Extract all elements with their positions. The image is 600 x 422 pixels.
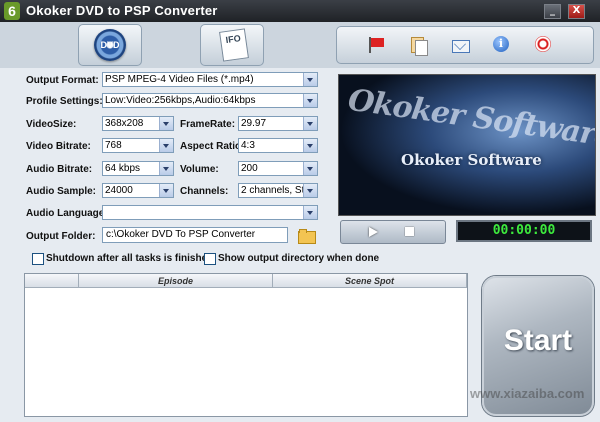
dvd-disc-icon: DVD [94,29,126,61]
audio-language-select[interactable] [102,205,318,220]
chevron-down-icon[interactable] [159,139,173,152]
ifo-file-icon: IFO [219,28,249,62]
start-label: Start [503,324,573,357]
chevron-down-icon[interactable] [303,162,317,175]
chevron-down-icon[interactable] [303,117,317,130]
title-bar: 6 Okoker DVD to PSP Converter _ X [0,0,600,22]
chevron-down-icon[interactable] [303,184,317,197]
app-logo-icon: 6 [4,2,20,20]
video-bitrate-label: Video Bitrate: [26,141,91,152]
buy-document-icon[interactable] [409,36,428,56]
show-dir-checkbox[interactable] [204,253,216,265]
register-flag-icon[interactable] [367,36,385,54]
profile-settings-value: Low:Video:256kbps,Audio:64kbps [105,95,256,106]
output-format-label: Output Format: [26,75,99,86]
dvd-source-button[interactable]: DVD [78,24,142,66]
video-bitrate-select[interactable]: 768 [102,138,174,153]
audio-bitrate-label: Audio Bitrate: [26,164,93,175]
chevron-down-icon[interactable] [159,117,173,130]
volume-select[interactable]: 200 [238,161,318,176]
ifo-source-button[interactable]: IFO [200,24,264,66]
dvd-label: DVD [100,40,120,50]
action-icon-bar [336,26,594,64]
column-header-scene-spot[interactable]: Scene Spot [273,274,467,288]
chevron-down-icon[interactable] [159,162,173,175]
audio-language-label: Audio Language: [26,208,108,219]
output-folder-input[interactable]: c:\Okoker DVD To PSP Converter [102,227,288,243]
close-button[interactable]: X [568,4,585,19]
output-format-select[interactable]: PSP MPEG-4 Video Files (*.mp4) [102,72,318,87]
aspect-ratio-select[interactable]: 4:3 [238,138,318,153]
channels-label: Channels: [180,186,229,197]
show-dir-label: Show output directory when done [218,253,380,264]
help-lifebuoy-icon[interactable] [535,36,551,52]
frame-rate-label: FrameRate: [180,119,236,130]
audio-bitrate-select[interactable]: 64 kbps [102,161,174,176]
frame-rate-select[interactable]: 29.97 [238,116,318,131]
window-title: Okoker DVD to PSP Converter [26,3,218,18]
audio-sample-select[interactable]: 24000 [102,183,174,198]
preview-logo-text: Okoker Software [401,151,542,169]
output-folder-label: Output Folder: [26,231,96,242]
video-preview: Okoker Software Okoker Software [338,74,596,216]
app-window: 6 Okoker DVD to PSP Converter _ X DVD IF… [0,0,600,422]
channels-select[interactable]: 2 channels, St [238,183,318,198]
chevron-down-icon[interactable] [303,94,317,107]
browse-folder-icon[interactable] [298,228,316,244]
video-size-select[interactable]: 368x208 [102,116,174,131]
playback-timer: 00:00:00 [456,220,592,242]
stop-icon[interactable] [405,227,414,236]
profile-settings-label: Profile Settings: [26,96,103,107]
chevron-down-icon[interactable] [303,206,317,219]
audio-sample-label: Audio Sample: [26,186,97,197]
aspect-ratio-label: Aspect Ratio: [180,141,245,152]
play-icon[interactable] [369,227,378,237]
profile-settings-select[interactable]: Low:Video:256kbps,Audio:64kbps [102,93,318,108]
minimize-button[interactable]: _ [544,4,561,19]
info-icon[interactable] [493,36,509,52]
output-format-value: PSP MPEG-4 Video Files (*.mp4) [105,74,254,85]
chevron-down-icon[interactable] [303,139,317,152]
chevron-down-icon[interactable] [303,73,317,86]
volume-label: Volume: [180,164,219,175]
ifo-label: IFO [225,33,242,46]
playback-controls [340,220,446,244]
email-icon[interactable] [451,36,470,54]
column-header-episode[interactable]: Episode [79,274,273,288]
shutdown-checkbox[interactable] [32,253,44,265]
shutdown-label: Shutdown after all tasks is finished [46,253,214,264]
task-list[interactable]: Episode Scene Spot [24,273,468,417]
watermark: www.xiazaiba.com [470,386,585,401]
chevron-down-icon[interactable] [159,184,173,197]
video-size-label: VideoSize: [26,119,77,130]
column-header-blank[interactable] [25,274,79,288]
